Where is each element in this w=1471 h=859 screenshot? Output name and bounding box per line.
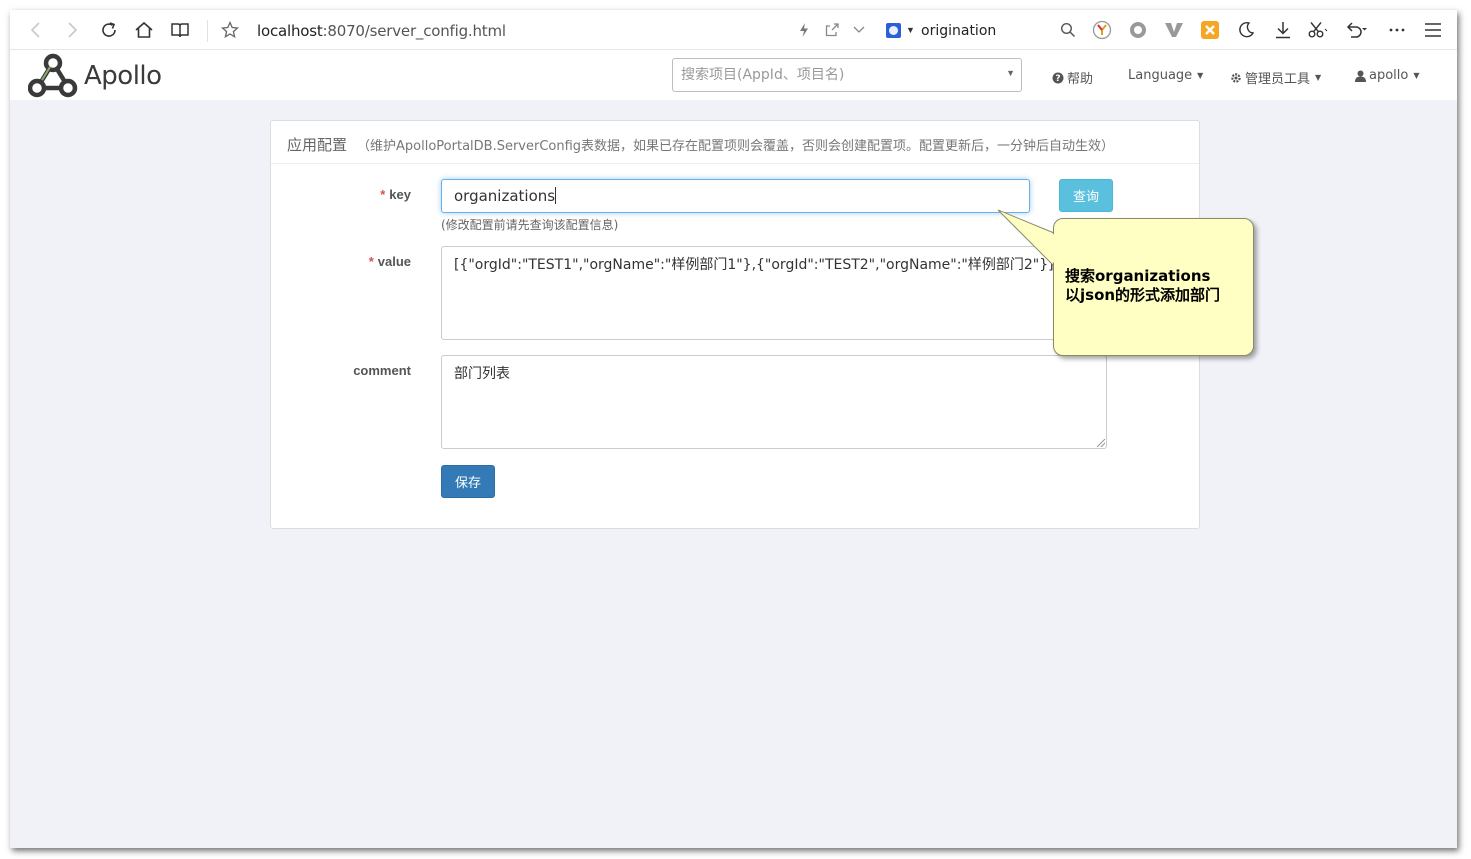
panel-subtitle: （维护ApolloPortalDB.ServerConfig表数据，如果已存在配… [357,139,1115,154]
search-engine-icon [886,22,901,38]
more-icon[interactable] [1385,18,1409,42]
panel-heading: 应用配置 （维护ApolloPortalDB.ServerConfig表数据，如果… [271,121,1199,164]
main-content: 应用配置 （维护ApolloPortalDB.ServerConfig表数据，如果… [10,100,1457,848]
logo-text: Apollo [84,61,162,91]
key-input[interactable]: organizations [441,179,1030,213]
key-hint: (修改配置前请先查询该配置信息) [441,218,619,232]
apollo-logo[interactable]: Apollo [28,53,162,99]
admin-tools-label: 管理员工具 [1245,72,1311,87]
circle-icon[interactable] [1126,18,1150,42]
value-textarea[interactable]: [{"orgId":"TEST1","orgName":"样例部门1"},{"o… [441,246,1107,340]
caret-down-icon: ▼ [1197,71,1204,80]
moon-icon[interactable] [1234,18,1258,42]
app-navbar: Apollo ▼ ? 帮助 Language ▼ 管理员工具 ▼ apollo … [10,50,1457,100]
share-icon[interactable] [820,18,844,42]
back-icon[interactable] [24,18,48,42]
comment-text: 部门列表 [454,366,510,382]
svg-text:?: ? [1055,74,1060,84]
search-engine-selector[interactable]: ▼ [886,21,915,39]
reload-icon[interactable] [97,18,121,42]
extension-icon[interactable] [1090,18,1114,42]
callout-line-1: 搜索organizations [1065,267,1211,285]
url-path: :8070/server_config.html [322,22,507,40]
reader-icon[interactable] [168,18,192,42]
resize-grip-icon[interactable] [1097,439,1105,447]
browser-toolbar: localhost:8070/server_config.html ▼ orig… [10,10,1457,50]
home-icon[interactable] [132,18,156,42]
browser-search-field[interactable]: origination [921,23,996,39]
caret-down-icon: ▼ [1413,71,1420,80]
undo-icon[interactable] [1344,18,1368,42]
value-label: * value [291,254,411,269]
lightning-icon[interactable] [792,18,816,42]
browser-window: localhost:8070/server_config.html ▼ orig… [10,10,1457,848]
annotation-callout: 搜索organizations 以json的形式添加部门 [1053,218,1254,356]
key-input-value: organizations [454,187,556,205]
required-mark: * [380,187,386,202]
chevron-down-icon[interactable] [847,18,871,42]
url-host: localhost [257,22,323,40]
forward-icon[interactable] [60,18,84,42]
save-button[interactable]: 保存 [441,465,495,498]
panel-title: 应用配置 [287,136,348,154]
download-icon[interactable] [1271,18,1295,42]
caret-down-icon[interactable]: ▼ [1006,68,1015,78]
question-circle-icon: ? [1052,72,1064,84]
toolbar-divider [207,20,208,42]
user-icon [1355,70,1366,82]
game-icon[interactable] [1198,18,1222,42]
search-icon[interactable] [1056,18,1080,42]
star-icon[interactable] [218,18,242,42]
language-label: Language [1128,68,1193,83]
callout-line-2: 以json的形式添加部门 [1065,286,1221,304]
value-label-text: value [377,254,411,269]
gear-icon [1231,72,1241,83]
comment-label: comment [353,363,411,378]
value-text: [{"orgId":"TEST1","orgName":"样例部门1"},{"o… [454,257,1054,273]
user-label: apollo [1369,68,1409,83]
caret-down-icon: ▼ [1315,73,1322,82]
address-bar[interactable]: localhost:8070/server_config.html [257,22,506,40]
app-search-select[interactable]: ▼ [672,58,1022,92]
key-label-text: key [389,187,411,202]
v-icon[interactable] [1162,18,1186,42]
help-label: 帮助 [1067,72,1094,87]
language-dropdown[interactable]: Language ▼ [1128,68,1203,83]
apollo-logo-icon [28,53,78,98]
user-dropdown[interactable]: apollo ▼ [1355,68,1420,83]
key-label: * key [291,187,411,202]
caret-down-icon: ▼ [906,25,915,35]
menu-icon[interactable] [1421,18,1445,42]
app-search-input[interactable] [673,59,973,91]
query-button[interactable]: 查询 [1059,179,1113,212]
text-cursor [555,187,557,204]
comment-textarea[interactable]: 部门列表 [441,355,1107,449]
scissors-icon[interactable] [1306,18,1330,42]
admin-tools-dropdown[interactable]: 管理员工具 ▼ [1230,68,1321,87]
help-link[interactable]: ? 帮助 [1052,68,1093,87]
required-mark: * [368,254,374,269]
